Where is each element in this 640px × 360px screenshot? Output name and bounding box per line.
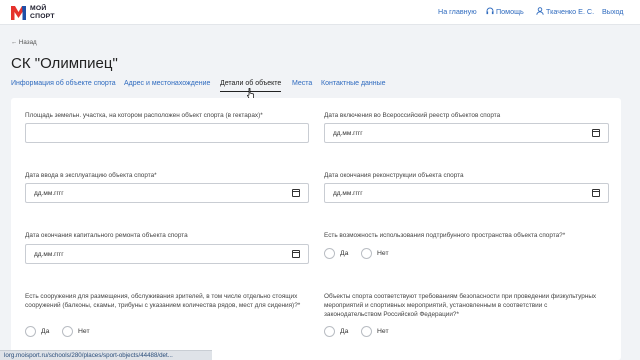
commission-date-input[interactable]: дд.мм.гггг [25, 183, 309, 203]
under-stand-yes-label[interactable]: Да [340, 250, 348, 257]
commission-date-label: Дата ввода в эксплуатацию объекта спорта… [25, 172, 157, 179]
nav-help-link[interactable]: Помощь [486, 7, 524, 16]
spectator-no-label[interactable]: Нет [78, 328, 90, 335]
calendar-icon[interactable] [292, 250, 300, 258]
nav-exit-link[interactable]: Выход [602, 7, 624, 16]
logo-mark-icon [11, 6, 26, 20]
spectator-facilities-label: Есть сооружения для размещения, обслужив… [25, 293, 301, 309]
registry-date-label: Дата включения во Всероссийский реестр о… [324, 112, 501, 119]
tab-address[interactable]: Адрес и местонахождение [124, 80, 210, 87]
repair-end-placeholder: дд.мм.гггг [34, 251, 64, 258]
details-form-card: Площадь земельн. участка, на котором рас… [11, 98, 621, 360]
safety-requirements-label: Объекты спорта соответствуют требованиям… [324, 293, 597, 318]
under-stand-no-radio[interactable] [361, 248, 372, 259]
reconstruction-end-input[interactable]: дд.мм.гггг [324, 183, 609, 203]
tab-places[interactable]: Места [292, 80, 312, 87]
land-area-label: Площадь земельн. участка, на котором рас… [25, 112, 263, 119]
reconstruction-end-label: Дата окончания реконструкции объекта спо… [324, 172, 464, 179]
repair-end-input[interactable]: дд.мм.гггг [25, 244, 309, 264]
status-bar-url: lorg.moisport.ru/schools/280/places/spor… [0, 350, 212, 360]
tab-object-details[interactable]: Детали об объекте [220, 80, 282, 92]
calendar-icon[interactable] [292, 189, 300, 197]
safety-no-label[interactable]: Нет [377, 328, 389, 335]
spectator-yes-radio[interactable] [25, 326, 36, 337]
reconstruction-end-placeholder: дд.мм.гггг [333, 190, 363, 197]
headset-icon [486, 7, 494, 15]
under-stand-label: Есть возможность использования подтрибун… [324, 232, 566, 239]
repair-end-label: Дата окончания капитального ремонта объе… [25, 232, 188, 239]
under-stand-yes-radio[interactable] [324, 248, 335, 259]
moi-sport-logo[interactable]: МОЙ СПОРТ [10, 4, 70, 21]
nav-home-link[interactable]: На главную [438, 7, 477, 16]
spectator-no-radio[interactable] [62, 326, 73, 337]
top-navigation-bar: МОЙ СПОРТ На главную Помощь Ткаченко Е. … [0, 0, 640, 25]
under-stand-no-label[interactable]: Нет [377, 250, 389, 257]
back-link[interactable]: ← Назад [11, 39, 37, 46]
spectator-yes-label[interactable]: Да [41, 328, 49, 335]
calendar-icon[interactable] [592, 189, 600, 197]
registry-date-input[interactable]: дд.мм.гггг [324, 123, 609, 143]
nav-user-label: Ткаченко Е. С. [546, 7, 595, 16]
safety-no-radio[interactable] [361, 326, 372, 337]
calendar-icon[interactable] [592, 129, 600, 137]
tab-contacts[interactable]: Контактные данные [321, 80, 386, 87]
logo-line-1: МОЙ [30, 5, 47, 12]
page-title: СК "Олимпиец" [11, 55, 118, 72]
user-icon [536, 7, 544, 15]
logo-text: МОЙ СПОРТ [30, 5, 55, 20]
commission-date-placeholder: дд.мм.гггг [34, 190, 64, 197]
tab-object-info[interactable]: Информация об объекте спорта [11, 80, 116, 87]
logo-line-2: СПОРТ [30, 12, 55, 20]
land-area-input[interactable] [25, 123, 309, 143]
safety-yes-radio[interactable] [324, 326, 335, 337]
nav-help-label: Помощь [496, 7, 524, 16]
safety-yes-label[interactable]: Да [340, 328, 348, 335]
nav-user-link[interactable]: Ткаченко Е. С. [536, 7, 594, 16]
registry-date-placeholder: дд.мм.гггг [333, 130, 363, 137]
